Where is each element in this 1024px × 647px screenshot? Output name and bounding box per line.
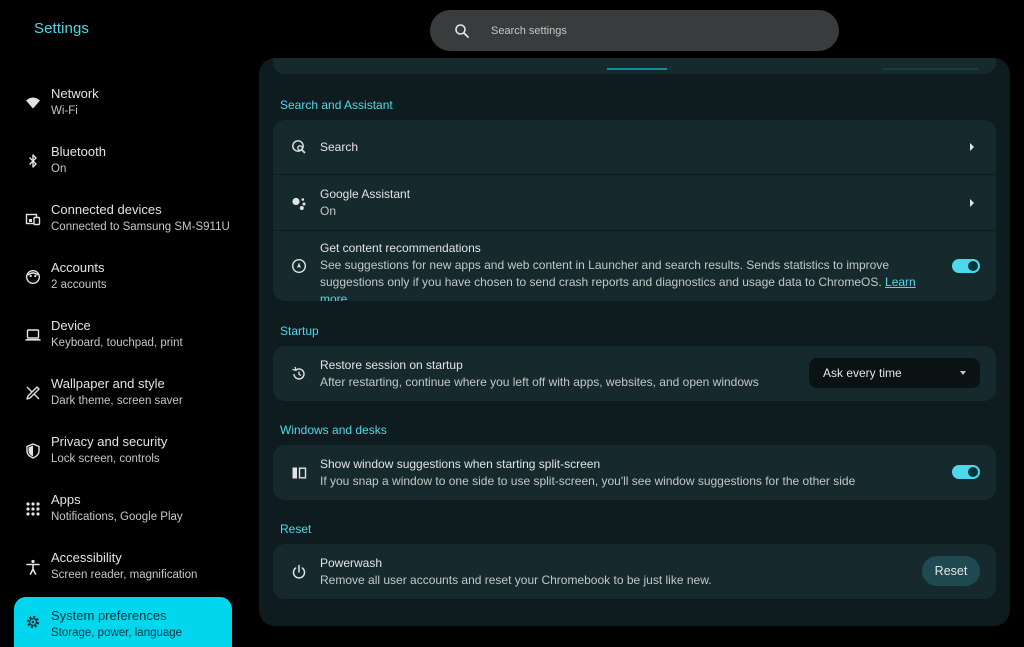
row-title: Show window suggestions when starting sp… xyxy=(320,457,601,471)
sidebar-item-apps[interactable]: Apps Notifications, Google Play xyxy=(14,481,232,537)
accessibility-icon xyxy=(25,559,41,575)
devices-icon xyxy=(25,211,41,227)
sidebar-item-sublabel: 2 accounts xyxy=(51,279,107,291)
section-header-reset: Reset xyxy=(280,522,312,536)
row-description: See suggestions for new apps and web con… xyxy=(320,257,940,301)
toggle-knob xyxy=(968,467,978,477)
sidebar-item-label: Privacy and security xyxy=(51,434,168,449)
search-bar[interactable] xyxy=(430,10,839,51)
section-header-startup: Startup xyxy=(280,324,319,338)
reset-button[interactable]: Reset xyxy=(922,556,980,586)
sidebar-item-label: Device xyxy=(51,318,91,333)
row-title: Get content recommendations xyxy=(320,241,481,255)
section-header-windows: Windows and desks xyxy=(280,423,387,437)
search-input[interactable] xyxy=(489,23,793,38)
content-recommendations-row: Get content recommendations See suggesti… xyxy=(273,231,996,301)
bluetooth-icon xyxy=(25,153,41,169)
search-icon xyxy=(454,23,470,39)
app-title: Settings xyxy=(34,20,89,37)
sidebar-item-sublabel: Screen reader, magnification xyxy=(51,569,198,581)
laptop-icon xyxy=(25,327,41,343)
powerwash-row: Powerwash Remove all user accounts and r… xyxy=(273,544,996,599)
sidebar-item-connected-devices[interactable]: Connected devices Connected to Samsung SM… xyxy=(14,191,232,247)
row-title: Search xyxy=(320,140,359,154)
sidebar-item-bluetooth[interactable]: Bluetooth On xyxy=(14,133,232,189)
previous-card-stub xyxy=(273,58,996,74)
assistant-icon xyxy=(291,195,307,211)
recommendation-text: See suggestions for new apps and web con… xyxy=(320,258,889,289)
split-screen-icon xyxy=(291,465,307,481)
restore-history-icon xyxy=(291,366,307,382)
row-description: If you snap a window to one side to use … xyxy=(320,474,856,488)
sidebar-item-accounts[interactable]: Accounts 2 accounts xyxy=(14,249,232,305)
sidebar-item-sublabel: Wi-Fi xyxy=(51,105,78,117)
sidebar-item-sublabel: Lock screen, controls xyxy=(51,453,160,465)
sidebar-item-label: Bluetooth xyxy=(51,144,106,159)
row-title: Powerwash xyxy=(320,556,383,570)
palette-icon xyxy=(25,385,41,401)
select-value: Ask every time xyxy=(823,366,902,380)
sidebar-item-wallpaper[interactable]: Wallpaper and style Dark theme, screen sa… xyxy=(14,365,232,421)
chevron-right-icon xyxy=(970,143,974,151)
restore-session-select[interactable]: Ask every time xyxy=(809,358,980,388)
row-title: Google Assistant xyxy=(320,187,411,201)
sidebar-item-label: Apps xyxy=(51,492,81,507)
chevron-right-icon xyxy=(970,199,974,207)
sidebar-item-sublabel: Storage, power, language xyxy=(51,627,183,639)
restore-session-row: Restore session on startup After restart… xyxy=(273,346,996,401)
google-assistant-row[interactable]: Google Assistant On xyxy=(273,175,996,231)
sidebar-item-device[interactable]: Device Keyboard, touchpad, print xyxy=(14,307,232,363)
settings-content: Search and Assistant Search Google Assis… xyxy=(259,58,1010,626)
sidebar-item-label: Network xyxy=(51,86,99,101)
search-engine-icon xyxy=(291,139,307,155)
gear-icon xyxy=(25,614,41,630)
search-row[interactable]: Search xyxy=(273,120,996,174)
sidebar-item-privacy[interactable]: Privacy and security Lock screen, control… xyxy=(14,423,232,479)
wifi-icon xyxy=(25,95,41,111)
sidebar-item-sublabel: Notifications, Google Play xyxy=(51,511,183,523)
sidebar-item-label: Accessibility xyxy=(51,550,122,565)
reset-card: Powerwash Remove all user accounts and r… xyxy=(273,544,996,599)
toggle-knob xyxy=(968,261,978,271)
sidebar-item-label: Accounts xyxy=(51,260,105,275)
recommendations-toggle[interactable] xyxy=(952,259,980,273)
sidebar-item-sublabel: On xyxy=(51,163,67,175)
row-description: On xyxy=(320,204,337,218)
sidebar-item-label: Wallpaper and style xyxy=(51,376,165,391)
search-assistant-card: Search Google Assistant On Get content r… xyxy=(273,120,996,301)
recommendation-icon xyxy=(291,258,307,274)
windows-card: Show window suggestions when starting sp… xyxy=(273,445,996,500)
startup-card: Restore session on startup After restart… xyxy=(273,346,996,401)
split-screen-toggle[interactable] xyxy=(952,465,980,479)
sidebar-item-label: System preferences xyxy=(51,608,167,623)
row-description: Remove all user accounts and reset your … xyxy=(320,573,712,587)
sidebar-item-sublabel: Connected to Samsung SM-S911U xyxy=(51,221,230,233)
previous-button-stub xyxy=(883,68,978,70)
apps-grid-icon xyxy=(25,501,41,517)
sidebar-item-sublabel: Dark theme, screen saver xyxy=(51,395,183,407)
sidebar-item-sublabel: Keyboard, touchpad, print xyxy=(51,337,183,349)
accounts-icon xyxy=(25,269,41,285)
sidebar-item-network[interactable]: Network Wi-Fi xyxy=(14,75,232,131)
section-header-search-assistant: Search and Assistant xyxy=(280,98,393,112)
sidebar-item-accessibility[interactable]: Accessibility Screen reader, magnificatio… xyxy=(14,539,232,595)
sidebar-item-label: Connected devices xyxy=(51,202,162,217)
split-screen-row: Show window suggestions when starting sp… xyxy=(273,445,996,500)
power-icon xyxy=(291,564,307,580)
dropdown-caret-icon xyxy=(960,371,966,375)
row-title: Restore session on startup xyxy=(320,358,463,372)
previous-link-stub xyxy=(607,68,667,70)
shield-icon xyxy=(25,443,41,459)
